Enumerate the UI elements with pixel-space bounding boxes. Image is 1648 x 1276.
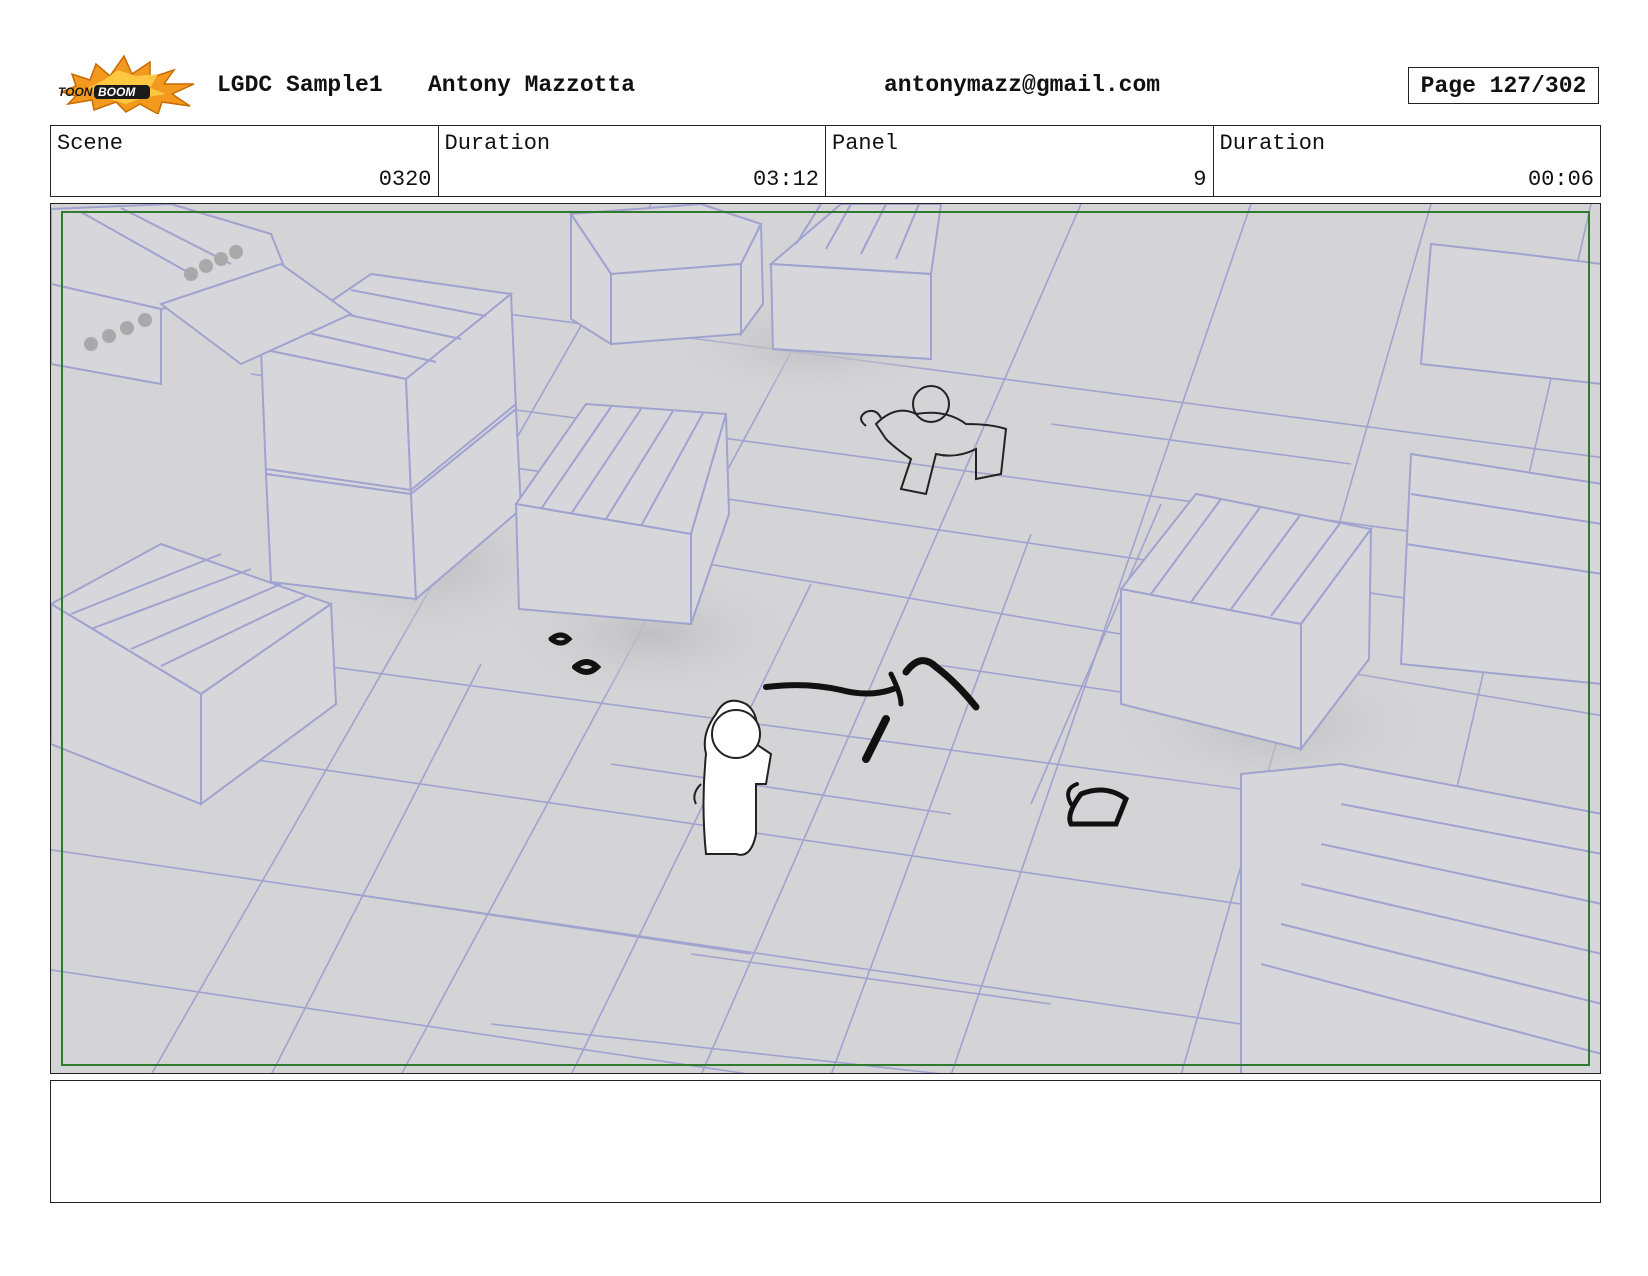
project-title: LGDC Sample1 — [217, 72, 383, 98]
scene-duration-label: Duration — [444, 131, 551, 156]
panel-label: Panel — [832, 131, 899, 156]
svg-text:TOON: TOON — [58, 85, 93, 99]
author-name: Antony Mazzotta — [428, 72, 636, 98]
panel-duration-label: Duration — [1219, 131, 1326, 156]
panel-notes-box[interactable] — [50, 1080, 1601, 1203]
panel-cell: Panel 9 — [826, 126, 1214, 196]
storyboard-panel[interactable] — [50, 203, 1601, 1074]
crate-top-center — [569, 204, 765, 346]
panel-duration-cell: Duration 00:06 — [1214, 126, 1601, 196]
panel-value: 9 — [1193, 167, 1207, 192]
scene-label: Scene — [57, 131, 124, 156]
panel-drawing — [51, 204, 1600, 1073]
panel-duration-value: 00:06 — [1527, 167, 1594, 192]
scene-duration-cell: Duration 03:12 — [439, 126, 826, 196]
page-indicator: Page 127/302 — [1408, 67, 1599, 104]
svg-text:BOOM: BOOM — [98, 85, 136, 99]
scene-info-table: Scene 0320 Duration 03:12 Panel 9 Durati… — [50, 125, 1601, 197]
crate-bottom-right — [1240, 762, 1600, 1073]
scene-value: 0320 — [378, 167, 432, 192]
scene-duration-value: 03:12 — [752, 167, 819, 192]
author-email: antonymazz@gmail.com — [884, 72, 1161, 98]
scene-cell: Scene 0320 — [51, 126, 439, 196]
toon-boom-logo: TOON BOOM — [58, 54, 195, 114]
